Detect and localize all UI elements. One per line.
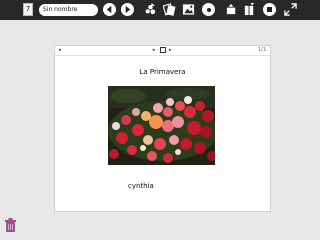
keep-icon (163, 3, 176, 16)
slide-counter: 1/1 (257, 47, 266, 53)
slide-navigation-bar: ▸ ◂ ▸ 1/1 (55, 46, 270, 56)
arrow-right-icon (125, 5, 131, 14)
record-icon (206, 7, 211, 12)
textbox-button[interactable] (243, 3, 256, 16)
keep-button[interactable] (163, 3, 176, 16)
share-icon (145, 3, 156, 15)
insert-button[interactable] (225, 3, 238, 16)
arrow-left-icon (106, 5, 112, 14)
insert-image-icon (226, 3, 236, 15)
view-button[interactable] (182, 3, 195, 16)
slide-caption: cynthia (128, 182, 154, 190)
photo-view-icon (182, 4, 195, 15)
back-button[interactable] (103, 3, 116, 16)
previous-slide-icon[interactable]: ◂ (152, 47, 155, 53)
stop-icon (267, 7, 272, 12)
activity-title-input[interactable]: Sin nombre (39, 4, 98, 16)
stop-button[interactable] (263, 3, 276, 16)
next-slide-icon[interactable]: ▸ (169, 47, 172, 53)
share-button[interactable] (144, 3, 157, 16)
record-button[interactable] (202, 3, 215, 16)
fullscreen-icon (284, 3, 297, 16)
activity-journal-icon[interactable]: 7 (23, 3, 33, 16)
trash-icon[interactable] (5, 218, 16, 233)
flower-photo (108, 86, 215, 165)
top-toolbar: 7 Sin nombre (0, 0, 320, 20)
fullscreen-button[interactable] (284, 3, 297, 16)
forward-button[interactable] (121, 3, 134, 16)
text-icon (244, 3, 255, 16)
slide-title: La Primavera (139, 68, 186, 76)
slide-canvas[interactable]: ▸ ◂ ▸ 1/1 La Primavera cynthia (54, 45, 271, 212)
slide-photo (108, 86, 215, 165)
slide-menu-arrow-icon[interactable]: ▸ (59, 47, 62, 53)
slide-page-icon[interactable] (160, 47, 166, 53)
